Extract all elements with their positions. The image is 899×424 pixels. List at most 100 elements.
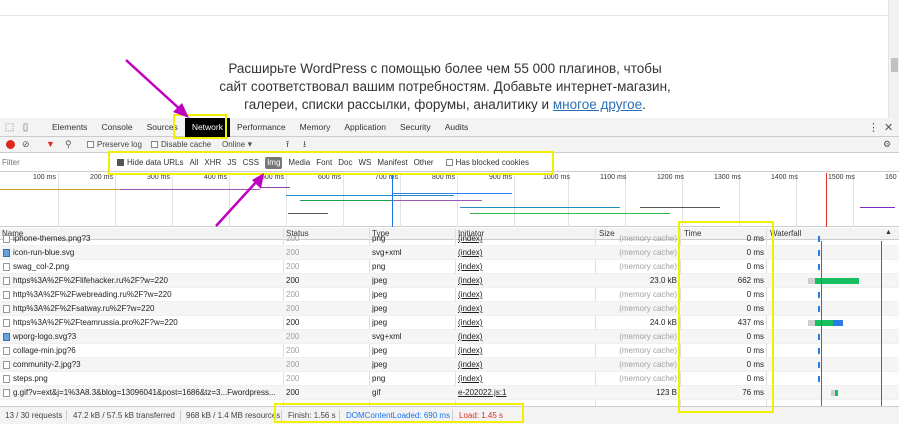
request-initiator[interactable]: (index) [458,248,594,258]
overview-request-bar [392,173,393,227]
request-name[interactable]: http%3A%2F%2Fwebreading.ru%2F?w=220 [13,290,283,300]
request-name[interactable]: steps.png [13,374,283,384]
request-status: 200 [286,346,300,355]
request-initiator[interactable]: e-202022.js:1 [458,388,594,398]
settings-gear-icon[interactable]: ⚙ [883,139,891,150]
more-link[interactable]: многое другое [553,97,642,112]
request-name[interactable]: swag_col-2.png [13,262,283,272]
waterfall-bar [815,320,833,326]
request-initiator[interactable]: (index) [458,346,594,356]
close-icon[interactable]: ✕ [884,121,893,134]
request-initiator[interactable]: (index) [458,290,594,300]
table-row[interactable]: community-2.jpg?3 200 jpeg (index) (memory c… [0,358,899,372]
export-har-icon[interactable]: ⭳ [303,139,306,150]
disable-cache-checkbox[interactable]: Disable cache [151,139,211,150]
request-initiator[interactable]: (index) [458,276,594,286]
has-blocked-cookies-checkbox[interactable]: Has blocked cookies [445,157,529,169]
request-name[interactable]: icon-run-blue.svg [13,248,283,258]
table-row[interactable]: steps.png 200 png (index) (memory cache) 0 ms [0,372,899,386]
table-row[interactable]: icon-run-blue.svg 200 svg+xml (index) (memor… [0,246,899,260]
record-icon[interactable] [6,140,15,149]
device-toolbar-icon[interactable]: ▯ [20,122,31,133]
table-row[interactable]: https%3A%2F%2Fteamrussia.pro%2F?w=220 200… [0,316,899,330]
promo-line-2: сайт соответствовал вашим потребностям. … [219,79,671,94]
table-row[interactable]: iphone-themes.png?3 200 png (index) (memory … [0,232,899,246]
resources-size: 968 kB / 1.4 MB resources [186,411,281,420]
request-initiator[interactable]: (index) [458,262,594,272]
request-name[interactable]: iphone-themes.png?3 [13,234,283,244]
tab-sources[interactable]: Sources [140,118,185,137]
filter-type-ws[interactable]: WS [358,157,371,169]
filter-type-font[interactable]: Font [316,157,332,169]
tab-memory[interactable]: Memory [293,118,338,137]
tab-elements[interactable]: Elements [45,118,94,137]
has-blocked-cookies-box[interactable] [445,159,453,166]
page-scrollbar-thumb[interactable] [891,58,898,72]
filter-type-img[interactable]: Img [265,157,283,169]
filter-input[interactable] [2,157,97,168]
request-initiator[interactable]: (index) [458,374,594,384]
search-icon[interactable]: ⚲ [65,139,72,150]
request-name[interactable]: g.gif?v=ext&j=1%3A8.3&blog=13096041&post… [13,388,283,398]
request-name[interactable]: https%3A%2F%2Fteamrussia.pro%2F?w=220 [13,318,283,328]
overview-request-bar [826,173,827,227]
request-type: png [372,374,386,383]
tab-application[interactable]: Application [337,118,393,137]
filter-type-xhr[interactable]: XHR [204,157,221,169]
preserve-log-box[interactable] [87,141,94,148]
tab-performance[interactable]: Performance [230,118,293,137]
requests-count: 13 / 30 requests [5,411,63,420]
more-options-icon[interactable]: ⋮ [868,121,879,134]
timeline-overview[interactable]: 100 ms 200 ms 300 ms 400 ms 500 ms 600 ms 700 … [0,173,899,227]
table-row[interactable]: swag_col-2.png 200 png (index) (memory cache… [0,260,899,274]
table-row[interactable]: collage-min.jpg?6 200 jpeg (index) (memory c… [0,344,899,358]
import-har-icon[interactable]: ⭱ [286,139,289,150]
request-name[interactable]: http%3A%2F%2Fsatway.ru%2F?w=220 [13,304,283,314]
table-row[interactable]: http%3A%2F%2Fwebreading.ru%2F?w=220 200 jp… [0,288,899,302]
request-initiator[interactable]: (index) [458,332,594,342]
filter-type-doc[interactable]: Doc [338,157,352,169]
overview-request-bar [392,193,512,194]
page-scrollbar[interactable] [888,0,899,118]
request-name[interactable]: wporg-logo.svg?3 [13,332,283,342]
dom-content-loaded-time: DOMContentLoaded: 690 ms [346,411,451,420]
tab-audits[interactable]: Audits [438,118,476,137]
tab-network[interactable]: Network [184,118,230,137]
filter-type-js[interactable]: JS [227,157,236,169]
request-name[interactable]: community-2.jpg?3 [13,360,283,370]
request-name[interactable]: collage-min.jpg?6 [13,346,283,356]
request-type: jpeg [372,276,388,285]
throttle-select[interactable]: Online ▾ [222,139,252,150]
filter-icon[interactable]: ▼ [46,139,55,150]
inspect-element-icon[interactable]: ⬚ [4,122,15,133]
filter-type-manifest[interactable]: Manifest [377,157,407,169]
preserve-log-checkbox[interactable]: Preserve log [87,139,142,150]
table-row[interactable]: wporg-logo.svg?3 200 svg+xml (index) (memory… [0,330,899,344]
hide-data-urls-checkbox[interactable]: Hide data URLs [117,157,183,169]
request-initiator[interactable]: (index) [458,304,594,314]
waterfall-bar [818,362,820,368]
overview-tick-label: 600 ms [318,174,341,181]
filter-type-all[interactable]: All [189,157,198,169]
request-name[interactable]: https%3A%2F%2Flifehacker.ru%2F?w=220 [13,276,283,286]
tab-security[interactable]: Security [393,118,438,137]
hide-data-urls-box[interactable] [117,159,124,166]
request-type: png [372,262,386,271]
clear-icon[interactable]: ⊘ [22,139,30,150]
table-row[interactable]: g.gif?v=ext&j=1%3A8.3&blog=13096041&post… [0,386,899,400]
request-status: 200 [286,360,300,369]
request-type: gif [372,388,381,397]
request-initiator[interactable]: (index) [458,360,594,370]
screenshot: Расширьте WordPress с помощью более чем … [0,0,899,424]
table-row[interactable]: https%3A%2F%2Flifehacker.ru%2F?w=220 200 j… [0,274,899,288]
request-initiator[interactable]: (index) [458,234,594,244]
filter-type-media[interactable]: Media [288,157,310,169]
filter-type-other[interactable]: Other [414,157,434,169]
request-initiator[interactable]: (index) [458,318,594,328]
overview-request-bar [640,207,720,208]
tab-console[interactable]: Console [94,118,139,137]
table-row[interactable]: http%3A%2F%2Fsatway.ru%2F?w=220 200 jpeg (i… [0,302,899,316]
disable-cache-box[interactable] [151,141,158,148]
filter-type-css[interactable]: CSS [243,157,259,169]
filter-bar: Hide data URLs All XHR JS CSS Img Media Font Do… [0,154,899,172]
